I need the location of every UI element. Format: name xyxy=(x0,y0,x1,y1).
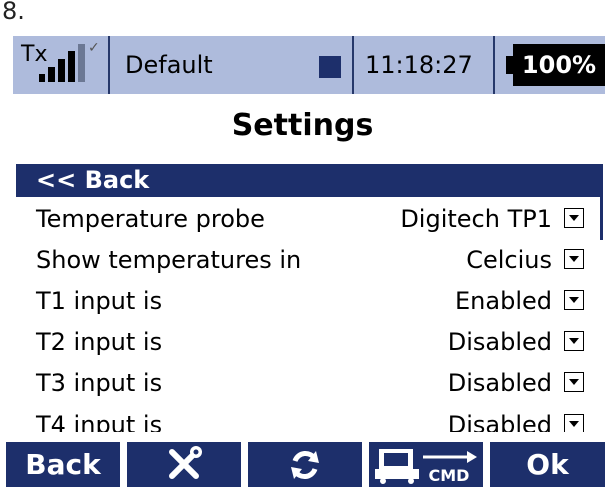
setting-label: T4 input is xyxy=(36,411,163,432)
setting-label: T3 input is xyxy=(36,369,163,397)
profile-name: Default xyxy=(125,51,213,79)
step-number: 8. xyxy=(2,0,25,25)
setting-t4-input[interactable]: T4 input is Disabled xyxy=(16,404,600,432)
refresh-button[interactable] xyxy=(248,442,362,487)
transmitter-signal: Tx ✓ xyxy=(13,36,108,94)
setting-t1-input[interactable]: T1 input is Enabled xyxy=(16,280,600,322)
back-button[interactable]: Back xyxy=(6,442,120,487)
dropdown-arrow-icon[interactable] xyxy=(564,331,584,351)
setting-label: Temperature probe xyxy=(36,205,265,233)
tx-label: Tx xyxy=(21,42,48,67)
dropdown-arrow-icon[interactable] xyxy=(564,414,584,432)
bottom-toolbar: Back CMD Ok xyxy=(0,442,605,487)
back-row-label: << Back xyxy=(36,166,150,194)
setting-show-temperatures-in[interactable]: Show temperatures in Celcius xyxy=(16,239,600,281)
setting-temperature-probe[interactable]: Temperature probe Digitech TP1 xyxy=(16,198,600,240)
back-row[interactable]: << Back xyxy=(16,164,600,197)
setting-value[interactable]: Disabled xyxy=(448,321,552,363)
back-button-label: Back xyxy=(25,448,101,481)
settings-list: << Back Temperature probe Digitech TP1 S… xyxy=(16,164,600,432)
setting-label: T2 input is xyxy=(36,328,163,356)
setting-t3-input[interactable]: T3 input is Disabled xyxy=(16,362,600,404)
setting-label: Show temperatures in xyxy=(36,246,302,274)
dropdown-arrow-icon[interactable] xyxy=(564,290,584,310)
refresh-icon xyxy=(291,451,319,479)
cmd-label: CMD xyxy=(429,466,470,485)
battery-indicator: 100% xyxy=(506,44,605,86)
dropdown-arrow-icon[interactable] xyxy=(564,208,584,228)
setting-label: T1 input is xyxy=(36,287,163,315)
status-bar: Tx ✓ Default 11:18:27 100% xyxy=(13,36,605,94)
setting-value[interactable]: Disabled xyxy=(448,362,552,404)
clock: 11:18:27 xyxy=(365,51,473,79)
setting-value[interactable]: Disabled xyxy=(448,404,552,432)
setting-value[interactable]: Digitech TP1 xyxy=(400,198,552,240)
tools-icon xyxy=(169,446,202,479)
dropdown-arrow-icon[interactable] xyxy=(564,372,584,392)
ok-button[interactable]: Ok xyxy=(490,442,605,487)
page-title: Settings xyxy=(231,108,374,143)
setting-t2-input[interactable]: T2 input is Disabled xyxy=(16,321,600,363)
ok-button-label: Ok xyxy=(526,448,569,481)
tools-button[interactable] xyxy=(127,442,241,487)
command-button[interactable]: CMD xyxy=(369,442,483,487)
model-indicator-icon xyxy=(319,56,341,78)
list-scrollbar[interactable] xyxy=(600,164,603,240)
setting-value[interactable]: Enabled xyxy=(455,280,552,322)
dropdown-arrow-icon[interactable] xyxy=(564,249,584,269)
battery-level: 100% xyxy=(521,51,597,79)
setting-value[interactable]: Celcius xyxy=(466,239,552,281)
cmd-icon: CMD xyxy=(375,449,477,485)
